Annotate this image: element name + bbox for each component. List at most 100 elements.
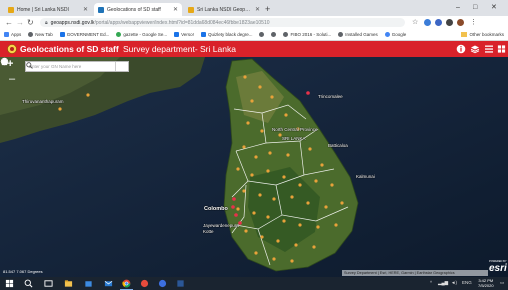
bookmark-item[interactable]: Quizlety black degre... bbox=[200, 32, 253, 37]
browser-tab[interactable]: Sri Lanka NSDI Geoportal ✕ bbox=[184, 3, 264, 16]
gn-search-bar bbox=[25, 61, 129, 72]
layers-icon[interactable] bbox=[470, 44, 480, 54]
bookmark-item[interactable]: New Tab bbox=[28, 32, 53, 37]
bookmark-item[interactable]: FIBO 2016 - Soluti... bbox=[283, 32, 331, 37]
place-label-colombo: Colombo bbox=[204, 206, 228, 212]
notifications-icon[interactable]: ▭ bbox=[500, 280, 504, 286]
keyboard-language[interactable]: ENG bbox=[462, 280, 472, 285]
bookmark-label: FIBO 2016 - Soluti... bbox=[290, 32, 332, 37]
app-header: Geolocations of SD staff Survey departme… bbox=[0, 41, 508, 57]
address-bar[interactable]: 🔒︎ geoapps.nsdi.gov.lk /portal/apps/weba… bbox=[40, 18, 405, 27]
search-icon[interactable] bbox=[24, 279, 33, 288]
app-icon[interactable] bbox=[176, 279, 185, 288]
store-icon[interactable] bbox=[84, 279, 93, 288]
clock-date: 7/5/2020 bbox=[478, 283, 494, 288]
bookmark-label: Google bbox=[391, 32, 407, 37]
bookmark-label: GOVERNMENT Ed... bbox=[66, 32, 110, 37]
bookmark-item[interactable]: Installed Games bbox=[338, 32, 378, 37]
tab-favicon-icon bbox=[98, 6, 104, 13]
tab-favicon-icon bbox=[8, 6, 14, 13]
place-label-thiruvananthapuram: Thiruvananthapuram bbox=[22, 99, 64, 104]
forward-arrow-icon[interactable]: → bbox=[16, 17, 24, 28]
url-path: /portal/apps/webappviewer/index.html?id=… bbox=[94, 19, 270, 26]
extension-icon[interactable] bbox=[424, 19, 431, 26]
lock-icon: 🔒︎ bbox=[45, 19, 48, 26]
bookmark-item[interactable] bbox=[271, 32, 277, 37]
browser-menu-icon[interactable]: ⋮ bbox=[470, 17, 477, 28]
tab-title: Geolocations of SD staff bbox=[107, 6, 161, 13]
bookmark-item[interactable]: GOVERNMENT Ed... bbox=[59, 32, 110, 37]
profile-avatar[interactable] bbox=[457, 19, 464, 26]
bookmark-favicon-icon bbox=[28, 32, 34, 37]
other-bookmarks-label: Other bookmarks bbox=[469, 32, 504, 37]
bookmark-label: New Tab bbox=[35, 32, 53, 37]
tab-title: Sri Lanka NSDI Geoportal bbox=[197, 6, 252, 13]
bookmark-label: Quizlety black degre... bbox=[207, 32, 253, 37]
file-explorer-icon[interactable] bbox=[64, 279, 73, 288]
bookmark-item[interactable]: gazette - Google Se... bbox=[116, 32, 167, 37]
gn-search-input[interactable] bbox=[26, 62, 116, 71]
app-title: Geolocations of SD staff bbox=[20, 44, 119, 54]
url-domain: geoapps.nsdi.gov.lk bbox=[50, 19, 95, 26]
maximize-button[interactable]: □ bbox=[473, 2, 477, 14]
extension-icon[interactable] bbox=[446, 19, 453, 26]
place-label-kotte: Jayewardenepura Kotte bbox=[203, 223, 239, 234]
reload-icon[interactable]: ↻ bbox=[27, 17, 34, 28]
extension-icon[interactable] bbox=[435, 19, 442, 26]
basemap-gallery-icon[interactable] bbox=[497, 44, 506, 54]
chrome-icon[interactable] bbox=[122, 279, 131, 288]
legend-list-icon[interactable] bbox=[484, 44, 494, 54]
bookmark-star-icon[interactable]: ☆ bbox=[412, 17, 418, 28]
tab-favicon-icon bbox=[188, 6, 194, 13]
tab-close-icon[interactable]: ✕ bbox=[255, 6, 260, 13]
app-icon[interactable] bbox=[158, 279, 167, 288]
bookmark-favicon-icon bbox=[200, 32, 206, 37]
bookmark-item[interactable]: Verso! bbox=[174, 32, 194, 37]
globe-icon bbox=[259, 32, 265, 37]
new-tab-button[interactable]: + bbox=[265, 3, 270, 15]
tab-close-icon[interactable]: ✕ bbox=[83, 6, 88, 13]
minimize-button[interactable]: – bbox=[456, 2, 460, 14]
apps-grid-icon bbox=[4, 32, 9, 37]
bookmark-favicon-icon bbox=[283, 32, 289, 37]
search-button[interactable] bbox=[26, 62, 128, 71]
tab-title: Home | Sri Lanka NSDI bbox=[17, 6, 69, 13]
browser-tab-strip: Home | Sri Lanka NSDI ✕ Geolocations of … bbox=[0, 0, 508, 16]
network-icon[interactable]: ▂▄▆ bbox=[438, 280, 448, 286]
other-bookmarks[interactable]: Other bookmarks bbox=[461, 32, 504, 37]
browser-tab-active[interactable]: Geolocations of SD staff ✕ bbox=[94, 3, 182, 16]
place-label-batticaloa: Batticaloa bbox=[328, 143, 348, 148]
info-icon[interactable] bbox=[456, 44, 466, 54]
task-view-icon[interactable] bbox=[44, 279, 53, 288]
search-icon bbox=[26, 62, 33, 69]
place-label-trincomalee: Trincomalee bbox=[318, 94, 343, 99]
mail-icon[interactable] bbox=[104, 279, 113, 288]
browser-toolbar: ← → ↻ 🔒︎ geoapps.nsdi.gov.lk /portal/app… bbox=[0, 16, 508, 29]
my-location-icon[interactable] bbox=[0, 57, 9, 66]
back-arrow-icon[interactable]: ← bbox=[5, 17, 13, 28]
bookmark-item[interactable]: Apps bbox=[4, 32, 21, 37]
bookmark-item[interactable]: Google bbox=[384, 32, 407, 37]
bookmark-label: Apps bbox=[11, 32, 22, 37]
folder-icon bbox=[461, 32, 468, 37]
place-label-kalmunai: Kalmunai bbox=[356, 174, 375, 179]
volume-icon[interactable]: ◄) bbox=[451, 280, 457, 285]
zoom-out-button[interactable]: – bbox=[9, 74, 15, 85]
bookmark-label: Installed Games bbox=[345, 32, 378, 37]
map-view[interactable]: + – Thiruvananthapuram Trincomalee North… bbox=[0, 57, 508, 277]
bookmark-favicon-icon bbox=[174, 32, 180, 37]
esri-logo[interactable]: esri bbox=[489, 263, 507, 274]
app-icon[interactable] bbox=[140, 279, 149, 288]
system-clock[interactable]: 3:42 PM 7/5/2020 bbox=[478, 278, 494, 288]
bookmark-item[interactable] bbox=[259, 32, 265, 37]
tray-chevron-icon[interactable]: ^ bbox=[430, 280, 432, 285]
bookmark-label: Verso! bbox=[181, 32, 194, 37]
bookmarks-bar: Apps New Tab GOVERNMENT Ed... gazette - … bbox=[0, 29, 508, 41]
windows-taskbar: ^ ▂▄▆ ◄) ENG 3:42 PM 7/5/2020 ▭ bbox=[0, 277, 508, 290]
google-g-icon bbox=[384, 32, 390, 37]
satellite-basemap bbox=[0, 57, 508, 277]
tab-close-icon[interactable]: ✕ bbox=[173, 6, 178, 13]
windows-start-icon[interactable] bbox=[5, 279, 14, 288]
close-window-button[interactable]: ✕ bbox=[491, 2, 497, 14]
browser-tab[interactable]: Home | Sri Lanka NSDI ✕ bbox=[4, 3, 92, 16]
